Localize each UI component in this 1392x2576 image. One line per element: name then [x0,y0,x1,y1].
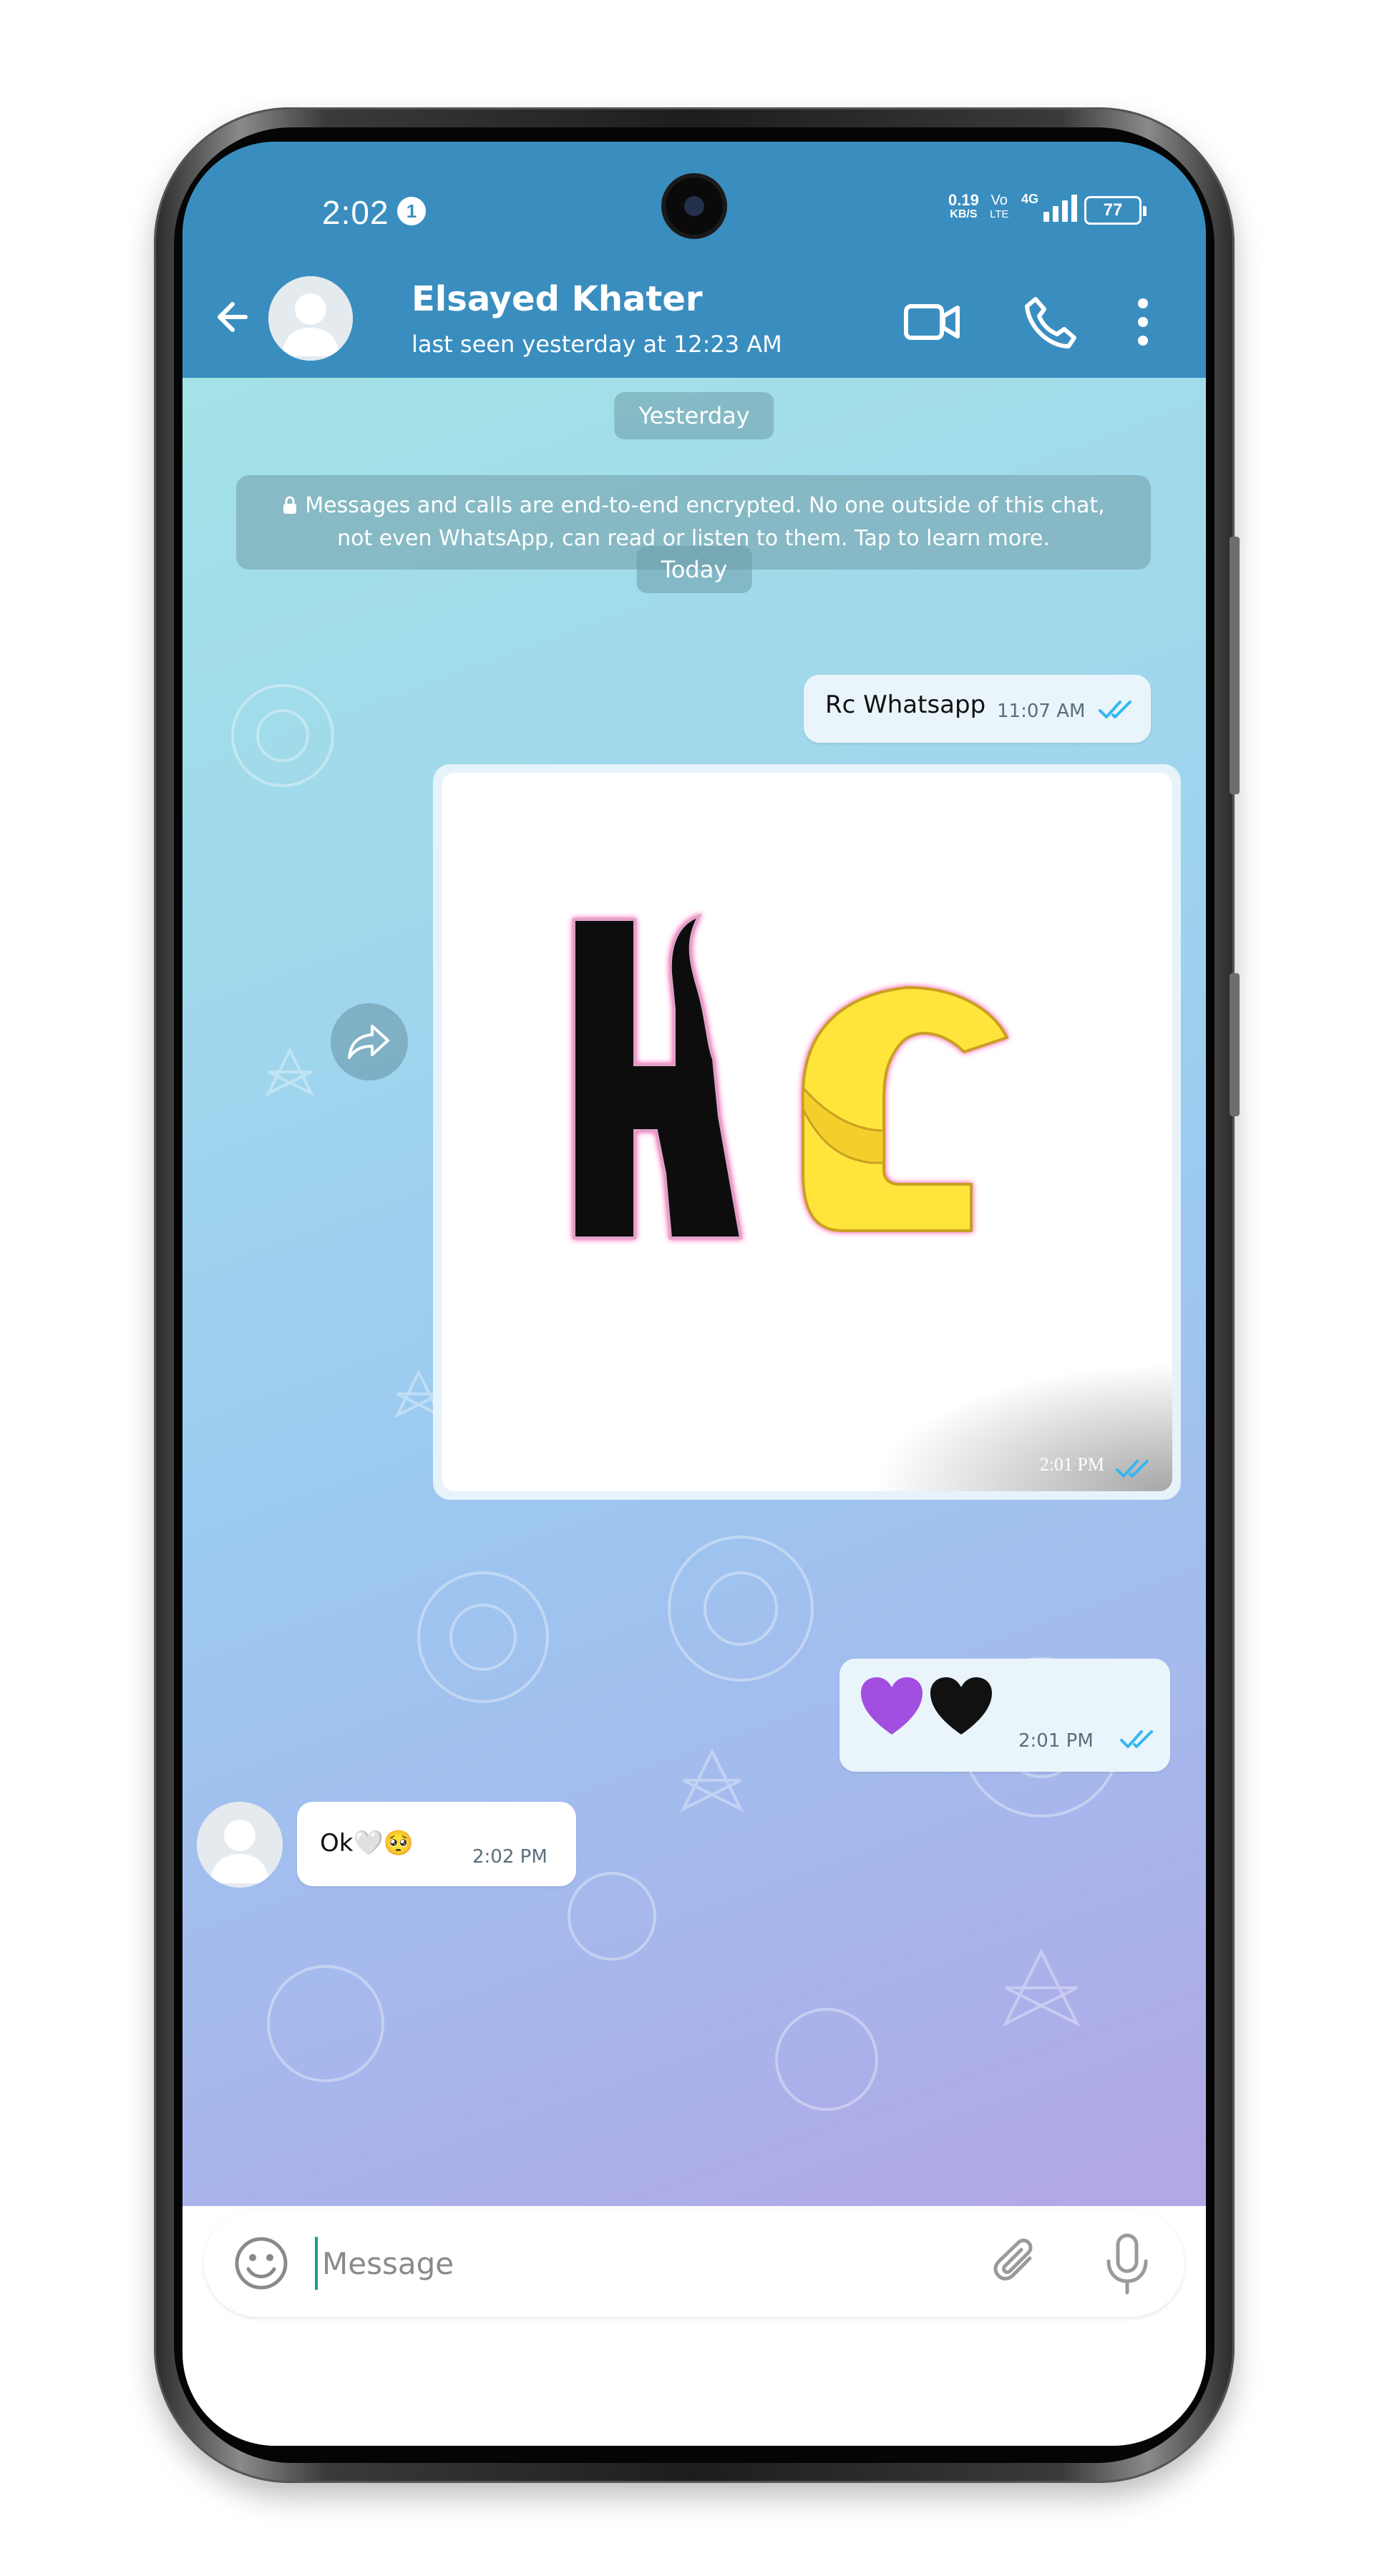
status-bar: 2:02 1 0.19 KB/S Vo LTE 4G 77 [182,142,1206,263]
signal-bar [1071,195,1078,222]
power-button [1230,973,1240,1116]
network-speed-unit: KB/S [950,208,978,220]
avatar[interactable] [268,276,353,361]
forward-icon [348,1025,389,1059]
contact-name[interactable]: Elsayed Khater [412,279,703,319]
read-ticks-icon [1120,1730,1153,1748]
front-camera [666,177,723,235]
signal-bar [1043,212,1050,222]
notification-badge: 1 [397,197,426,225]
status-time: 2:02 [322,194,389,231]
read-ticks-icon [1099,701,1131,718]
video-call-icon[interactable] [902,292,962,352]
message-time: 11:07 AM [997,701,1086,722]
volte-indicator: Vo LTE [990,193,1008,222]
lock-icon [283,496,297,514]
network-speed: 0.19 KB/S [948,191,979,222]
message-time: 2:02 PM [472,1846,547,1868]
signal-strength-icon: 4G [1021,192,1078,222]
signal-bar [1062,200,1069,222]
read-ticks-icon [1116,1460,1149,1478]
phone-call-icon[interactable] [1020,292,1080,352]
volume-button [1230,537,1240,794]
last-seen-status: last seen yesterday at 12:23 AM [412,331,782,358]
message-composer [204,2210,1184,2317]
date-chip-today: Today [636,546,752,593]
battery-level: 77 [1103,200,1123,220]
microphone-icon[interactable] [1099,2231,1156,2297]
message-bubble-image[interactable]: 2:01 PM [433,764,1181,1500]
message-time: 2:01 PM [1039,1454,1104,1475]
message-text: Rc Whatsapp [825,691,986,719]
attach-icon[interactable] [991,2237,1046,2291]
back-arrow-icon[interactable] [211,292,261,342]
network-type: 4G [1021,192,1039,206]
volte-top: Vo [991,192,1008,208]
emoji-icon[interactable] [233,2235,290,2292]
avatar[interactable] [197,1802,283,1888]
chat-header: Elsayed Khater last seen yesterday at 12… [182,263,1206,378]
chat-area[interactable]: Yesterday Messages and calls are end-to-… [182,378,1206,2206]
more-vert-icon[interactable] [1113,292,1173,352]
message-bubble-incoming[interactable]: Ok🤍🥺 2:02 PM [297,1802,576,1886]
message-input[interactable] [315,2237,959,2290]
message-time: 2:01 PM [1018,1730,1094,1752]
image-attachment[interactable]: 2:01 PM [442,773,1172,1491]
avatar-icon [197,1802,283,1888]
date-chip-yesterday: Yesterday [614,392,774,439]
phone-screen: 2:02 1 0.19 KB/S Vo LTE 4G 77 Elsayed Kh… [182,142,1206,2446]
forward-button[interactable] [331,1003,408,1080]
encryption-notice-text: Messages and calls are end-to-end encryp… [305,493,1105,551]
message-bubble-outgoing[interactable]: 💜🖤 2:01 PM [839,1659,1170,1772]
battery-icon: 77 [1084,196,1147,225]
signal-bar [1053,206,1059,222]
network-speed-value: 0.19 [948,191,979,209]
volte-bottom: LTE [990,208,1009,220]
hearts-emoji-icon [861,1677,992,1735]
message-bubble-outgoing[interactable]: Rc Whatsapp 11:07 AM [804,675,1151,743]
message-text: Ok🤍🥺 [320,1829,414,1858]
avatar-icon [268,276,353,361]
